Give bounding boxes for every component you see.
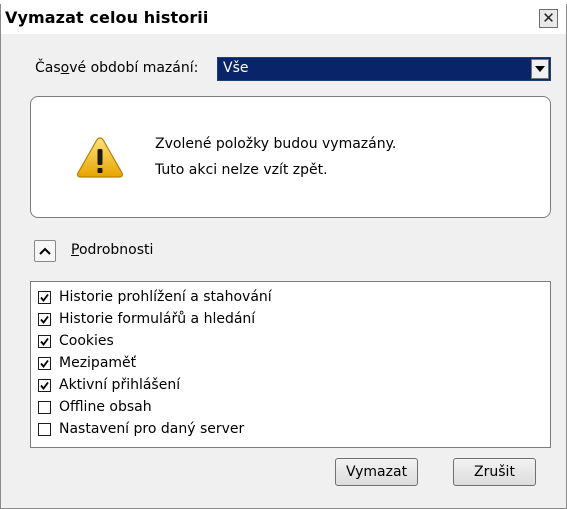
check-icon: [40, 315, 49, 324]
close-button[interactable]: ✕: [539, 9, 558, 28]
titlebar: Vymazat celou historii ✕: [1, 4, 566, 34]
warning-text-line1: Zvolené položky budou vymazány.: [155, 136, 397, 152]
details-label[interactable]: Podrobnosti: [71, 242, 153, 258]
window-title: Vymazat celou historii: [5, 8, 209, 27]
item-label: Historie formulářů a hledání: [59, 311, 256, 327]
check-icon: [40, 381, 49, 390]
close-icon: ✕: [542, 9, 555, 27]
time-range-select[interactable]: Vše: [217, 57, 551, 81]
cancel-button[interactable]: Zrušit: [453, 458, 536, 486]
clear-history-dialog: Vymazat celou historii ✕ Časové období m…: [0, 4, 567, 509]
warning-text-line2: Tuto akci nelze vzít zpět.: [155, 162, 328, 178]
chevron-down-icon: [535, 66, 545, 72]
checkbox[interactable]: [38, 400, 51, 414]
checkbox[interactable]: [38, 378, 51, 392]
list-item-offline-content[interactable]: Offline obsah: [38, 396, 152, 418]
details-label-rest: odrobnosti: [78, 242, 154, 258]
check-icon: [40, 337, 49, 346]
list-item-active-logins[interactable]: Aktivní přihlášení: [38, 374, 180, 396]
check-icon: [40, 359, 49, 368]
dropdown-button[interactable]: [531, 59, 549, 79]
warning-icon: [77, 137, 123, 178]
time-range-label-prefix: Čas: [35, 60, 61, 76]
time-range-label-accel: o: [60, 60, 70, 76]
time-range-label-suffix: vé období mazání:: [69, 60, 199, 76]
item-label: Historie prohlížení a stahování: [59, 289, 272, 305]
item-label: Mezipaměť: [59, 355, 137, 371]
checkbox[interactable]: [38, 356, 51, 370]
item-label: Cookies: [59, 333, 114, 349]
list-item-site-settings[interactable]: Nastavení pro daný server: [38, 418, 244, 440]
checkbox[interactable]: [38, 422, 51, 436]
list-item-cookies[interactable]: Cookies: [38, 330, 114, 352]
clear-button[interactable]: Vymazat: [335, 458, 418, 486]
chevron-up-icon: [39, 247, 51, 255]
details-toggle-button[interactable]: [34, 240, 56, 262]
warning-box: Zvolené položky budou vymazány. Tuto akc…: [30, 96, 551, 218]
details-label-accel: P: [71, 242, 79, 258]
item-label: Offline obsah: [59, 399, 152, 415]
checkbox[interactable]: [38, 312, 51, 326]
list-item-form-history[interactable]: Historie formulářů a hledání: [38, 308, 255, 330]
check-icon: [40, 293, 49, 302]
items-list: Historie prohlížení a stahování Historie…: [30, 281, 551, 448]
list-item-cache[interactable]: Mezipaměť: [38, 352, 136, 374]
checkbox[interactable]: [38, 334, 51, 348]
checkbox[interactable]: [38, 290, 51, 304]
time-range-value: Vše: [223, 60, 249, 76]
item-label: Aktivní přihlášení: [59, 377, 181, 393]
time-range-label: Časové období mazání:: [35, 60, 198, 76]
list-item-browsing-history[interactable]: Historie prohlížení a stahování: [38, 286, 272, 308]
item-label: Nastavení pro daný server: [59, 421, 245, 437]
